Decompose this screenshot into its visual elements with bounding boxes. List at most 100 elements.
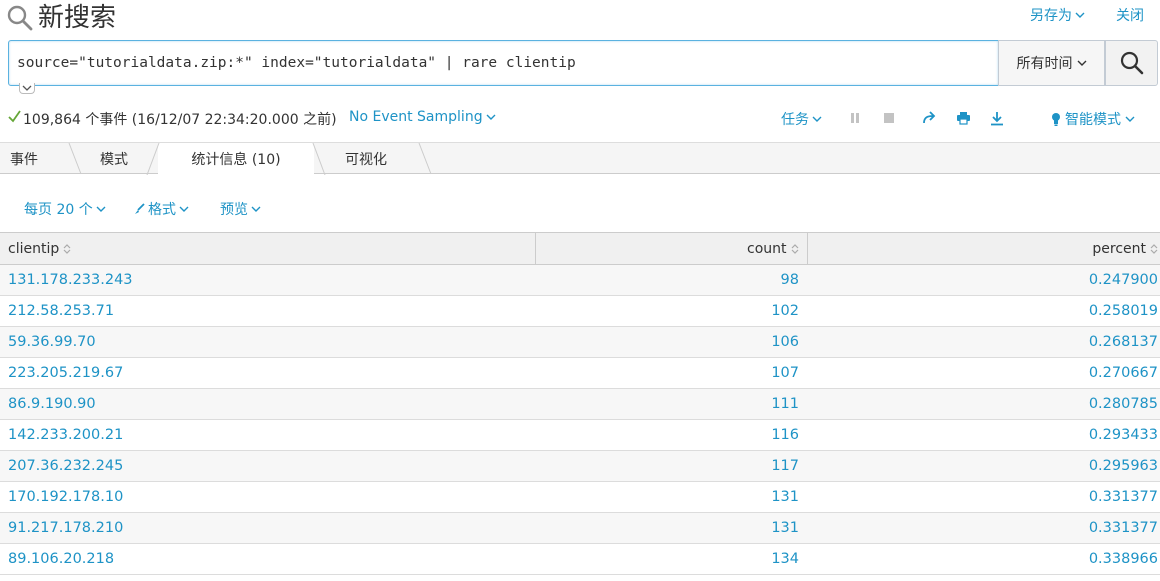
paintbrush-icon	[135, 203, 145, 214]
preview-menu[interactable]: 预览	[220, 199, 261, 219]
cell-percent[interactable]: 0.295963	[807, 450, 1160, 482]
export-button[interactable]	[989, 110, 1005, 126]
cell-clientip[interactable]: 223.205.219.67	[0, 357, 535, 389]
time-range-picker[interactable]: 所有时间	[998, 40, 1105, 86]
cell-clientip[interactable]: 59.36.99.70	[0, 326, 535, 358]
cell-clientip[interactable]: 212.58.253.71	[0, 295, 535, 327]
print-button[interactable]	[955, 110, 971, 126]
close-button[interactable]: 关闭	[1116, 5, 1144, 25]
cell-clientip[interactable]: 207.36.232.245	[0, 450, 535, 482]
event-sampling-label: No Event Sampling	[349, 109, 483, 125]
page-header: 新搜索 另存为 关闭	[0, 0, 1160, 40]
chevron-down-icon	[1125, 116, 1135, 122]
cell-percent[interactable]: 0.258019	[807, 295, 1160, 327]
lightbulb-icon	[1052, 112, 1060, 126]
cell-clientip[interactable]: 91.217.178.210	[0, 512, 535, 544]
table-row: 131.178.233.243 98 0.247900	[0, 264, 1160, 296]
tab-divider	[312, 143, 326, 175]
column-header-count[interactable]: count	[535, 232, 808, 265]
cell-percent[interactable]: 0.268137	[807, 326, 1160, 358]
cell-percent[interactable]: 0.331377	[807, 512, 1160, 544]
search-input[interactable]	[17, 53, 987, 73]
tab-statistics-label: 统计信息 (10)	[191, 152, 281, 168]
cell-percent[interactable]: 0.270667	[807, 357, 1160, 389]
search-mode-label: 智能模式	[1065, 112, 1121, 128]
search-icon	[1120, 51, 1143, 75]
cell-count[interactable]: 102	[535, 295, 807, 327]
chevron-down-icon	[22, 85, 32, 91]
format-label: 格式	[148, 202, 176, 218]
tab-patterns[interactable]: 模式	[100, 143, 150, 174]
column-header-clientip[interactable]: clientip	[0, 232, 536, 265]
search-icon	[7, 5, 33, 31]
job-menu-label: 任务	[781, 112, 809, 128]
per-page-label: 每页 20 个	[24, 202, 93, 218]
tab-statistics[interactable]: 统计信息 (10)	[158, 143, 314, 175]
cell-clientip[interactable]: 142.233.200.21	[0, 419, 535, 451]
sort-icon	[1150, 243, 1158, 254]
event-count-summary: 109,864 个事件 (16/12/07 22:34:20.000 之前)	[23, 112, 337, 128]
stop-button[interactable]	[881, 110, 897, 126]
table-header-row: clientip count percent	[0, 232, 1160, 265]
cell-clientip[interactable]: 89.106.20.218	[0, 543, 535, 575]
time-range-label: 所有时间	[1016, 56, 1073, 72]
chevron-down-icon	[251, 206, 261, 212]
table-row: 86.9.190.90 111 0.280785	[0, 388, 1160, 420]
job-status-bar: 109,864 个事件 (16/12/07 22:34:20.000 之前) N…	[0, 104, 1160, 132]
table-row: 207.36.232.245 117 0.295963	[0, 450, 1160, 482]
cell-percent[interactable]: 0.331377	[807, 481, 1160, 513]
search-expand-toggle[interactable]	[19, 83, 35, 94]
search-mode-menu[interactable]: 智能模式	[1051, 109, 1135, 129]
pause-button[interactable]	[847, 110, 863, 126]
tab-divider	[418, 143, 432, 175]
table-row: 223.205.219.67 107 0.270667	[0, 357, 1160, 389]
cell-percent[interactable]: 0.293433	[807, 419, 1160, 451]
sort-icon	[791, 243, 798, 254]
job-menu[interactable]: 任务	[781, 109, 822, 129]
save-as-label: 另存为	[1030, 8, 1072, 24]
share-arrow-icon	[922, 111, 935, 124]
printer-icon	[956, 112, 970, 125]
page-title: 新搜索	[38, 3, 117, 33]
download-icon	[991, 111, 1003, 125]
column-header-label: clientip	[8, 240, 60, 257]
cell-count[interactable]: 111	[535, 388, 807, 420]
table-row: 142.233.200.21 116 0.293433	[0, 419, 1160, 451]
per-page-menu[interactable]: 每页 20 个	[24, 199, 106, 219]
cell-count[interactable]: 131	[535, 512, 807, 544]
cell-count[interactable]: 134	[535, 543, 807, 575]
cell-percent[interactable]: 0.247900	[807, 264, 1160, 296]
table-row: 212.58.253.71 102 0.258019	[0, 295, 1160, 327]
table-row: 59.36.99.70 106 0.268137	[0, 326, 1160, 358]
tab-visualization[interactable]: 可视化	[345, 143, 415, 174]
table-toolbar: 每页 20 个 格式 预览	[0, 196, 1160, 222]
cell-count[interactable]: 117	[535, 450, 807, 482]
chevron-down-icon	[179, 206, 189, 212]
table-row: 91.217.178.210 131 0.331377	[0, 512, 1160, 544]
column-header-percent[interactable]: percent	[807, 232, 1160, 265]
cell-clientip[interactable]: 170.192.178.10	[0, 481, 535, 513]
cell-count[interactable]: 131	[535, 481, 807, 513]
sort-icon	[63, 243, 71, 254]
cell-count[interactable]: 116	[535, 419, 807, 451]
cell-count[interactable]: 107	[535, 357, 807, 389]
save-as-menu[interactable]: 另存为	[1030, 5, 1085, 25]
cell-count[interactable]: 98	[535, 264, 807, 296]
cell-count[interactable]: 106	[535, 326, 807, 358]
search-button[interactable]	[1105, 40, 1158, 86]
event-sampling-menu[interactable]: No Event Sampling	[349, 109, 496, 125]
cell-clientip[interactable]: 131.178.233.243	[0, 264, 535, 296]
checkmark-icon	[8, 110, 21, 123]
share-button[interactable]	[921, 110, 937, 126]
cell-percent[interactable]: 0.338966	[807, 543, 1160, 575]
format-menu[interactable]: 格式	[134, 199, 189, 219]
tab-events[interactable]: 事件	[10, 143, 70, 174]
table-row: 170.192.178.10 131 0.331377	[0, 481, 1160, 513]
results-table: clientip count percent 131.178.233.243 9…	[0, 232, 1160, 575]
cell-percent[interactable]: 0.280785	[807, 388, 1160, 420]
cell-clientip[interactable]: 86.9.190.90	[0, 388, 535, 420]
tab-divider	[68, 143, 82, 175]
stop-icon	[884, 113, 894, 123]
column-header-label: percent	[1092, 240, 1146, 257]
tab-divider	[146, 143, 160, 175]
